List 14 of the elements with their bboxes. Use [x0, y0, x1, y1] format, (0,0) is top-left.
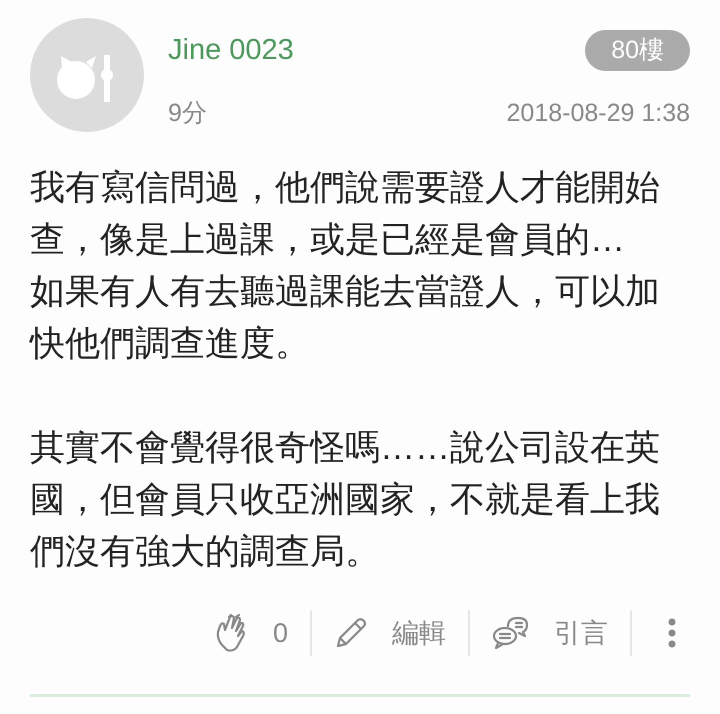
pencil-icon	[334, 616, 368, 650]
clap-button[interactable]: 0	[192, 608, 310, 658]
post-text: 如果有人有去聽過課能去當證人，可以加快他們調查進度。	[30, 271, 661, 365]
more-icon	[668, 618, 676, 648]
floor-label: 80樓	[585, 30, 690, 71]
avatar-icon	[30, 18, 144, 132]
chat-bubbles-icon	[492, 616, 530, 650]
post-text: 其實不會覺得很奇怪嗎……說公司設在英國，但會員只收亞洲國家，不就是看上我們沒有強大的調查局。	[30, 427, 661, 573]
post-date: 2018-08-29 1:38	[506, 101, 690, 126]
quote-button[interactable]: 引言	[470, 608, 630, 658]
author-name[interactable]: Jine 0023	[168, 36, 294, 65]
post-text: 我有寫信問過，他們說需要證人才能開始查，像是上過課，或是已經是會員的…	[30, 167, 661, 261]
score-text: 9分	[168, 101, 207, 126]
edit-button[interactable]: 編輯	[312, 608, 468, 658]
